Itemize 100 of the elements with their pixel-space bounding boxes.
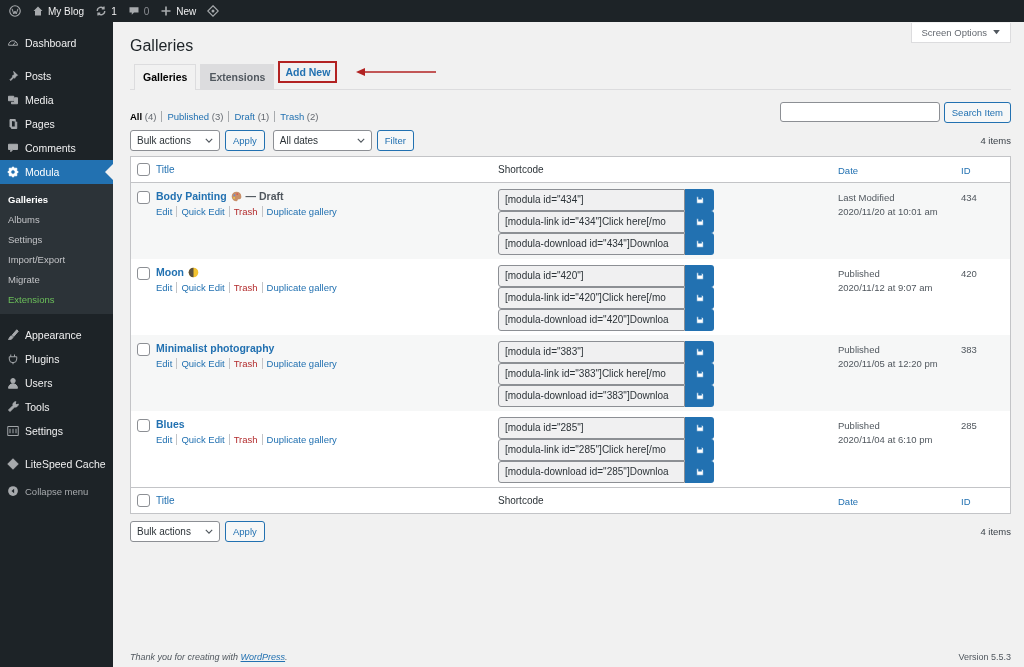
comments-link[interactable]: 0 xyxy=(127,5,150,17)
shortcode-field[interactable]: [modula id="285"] xyxy=(498,417,685,439)
row-action-link[interactable]: Duplicate gallery xyxy=(261,282,337,293)
search-field[interactable] xyxy=(779,102,940,122)
gallery-title-link[interactable]: Minimalist photography xyxy=(156,342,275,354)
submenu-item[interactable]: Migrate xyxy=(0,270,113,290)
page-title: Galleries xyxy=(130,37,194,55)
copy-button[interactable] xyxy=(685,309,714,331)
row-checkbox[interactable] xyxy=(137,343,150,356)
sliders-icon xyxy=(7,425,19,437)
select-all-checkbox[interactable] xyxy=(137,494,150,507)
save-icon xyxy=(695,424,704,432)
site-name-link[interactable]: My Blog xyxy=(32,5,85,17)
gallery-title-link[interactable]: Blues xyxy=(156,418,185,430)
row-action-link[interactable]: Quick Edit xyxy=(176,206,225,217)
sidebar-menu-item[interactable]: Dashboard xyxy=(0,31,113,55)
row-action-link[interactable]: Edit xyxy=(156,206,173,217)
search-button[interactable]: Search Item xyxy=(943,102,1011,123)
copy-button[interactable] xyxy=(685,233,714,255)
nav-tab[interactable]: Galleries xyxy=(134,64,197,90)
nav-tab[interactable]: Extensions xyxy=(200,64,275,89)
sortable-column-header[interactable]: ID xyxy=(961,164,971,176)
half-moon-icon xyxy=(188,266,199,278)
row-checkbox[interactable] xyxy=(137,267,150,280)
row-checkbox[interactable] xyxy=(137,419,150,432)
sortable-column-header[interactable]: Date xyxy=(838,164,859,176)
copy-button[interactable] xyxy=(685,461,714,483)
copy-button[interactable] xyxy=(685,341,714,363)
row-action-link[interactable]: Quick Edit xyxy=(176,434,225,445)
shortcode-field[interactable]: [modula-link id="285"]Click here[/mo xyxy=(498,439,685,461)
trash-link[interactable]: Trash xyxy=(228,282,258,293)
sidebar-menu-item[interactable]: Pages xyxy=(0,112,113,136)
sidebar-menu-item[interactable]: Tools xyxy=(0,395,113,419)
shortcode-field[interactable]: [modula-download id="434"]Downloa xyxy=(498,233,685,255)
sidebar-menu-item[interactable]: Users xyxy=(0,371,113,395)
shortcode-field[interactable]: [modula-download id="420"]Downloa xyxy=(498,309,685,331)
row-action-link[interactable]: Duplicate gallery xyxy=(261,434,337,445)
copy-button[interactable] xyxy=(685,417,714,439)
diamond-icon[interactable] xyxy=(207,5,220,17)
shortcode-field[interactable]: [modula id="383"] xyxy=(498,341,685,363)
submenu-item[interactable]: Galleries xyxy=(0,190,113,210)
row-action-link[interactable]: Edit xyxy=(156,282,173,293)
wordpress-logo-icon[interactable] xyxy=(9,5,21,17)
apply-button[interactable]: Apply xyxy=(225,520,265,542)
sidebar-menu-item[interactable]: Plugins xyxy=(0,347,113,371)
shortcode-field[interactable]: [modula-link id="383"]Click here[/mo xyxy=(498,363,685,385)
sortable-column-header[interactable]: Date xyxy=(838,495,859,507)
trash-link[interactable]: Trash xyxy=(228,358,258,369)
select-all-checkbox[interactable] xyxy=(137,163,150,176)
status-filter-link[interactable]: Trash (2) xyxy=(274,111,319,122)
submenu-item[interactable]: Albums xyxy=(0,210,113,230)
sortable-column-header[interactable]: Title xyxy=(156,164,175,175)
bulk-actions-select[interactable]: Bulk actions xyxy=(130,520,220,542)
shortcode-field[interactable]: [modula id="420"] xyxy=(498,265,685,287)
shortcode-field[interactable]: [modula-link id="420"]Click here[/mo xyxy=(498,287,685,309)
status-filter-link[interactable]: All (4) xyxy=(130,111,157,122)
row-action-link[interactable]: Quick Edit xyxy=(176,358,225,369)
shortcode-field[interactable]: [modula id="434"] xyxy=(498,189,685,211)
column-header: Shortcode xyxy=(498,164,544,175)
sidebar-menu-item[interactable]: LiteSpeed Cache xyxy=(0,452,113,476)
sidebar-menu-item[interactable]: Media xyxy=(0,88,113,112)
gallery-title-link[interactable]: Moon xyxy=(156,266,184,278)
updates-link[interactable]: 1 xyxy=(95,5,117,17)
row-action-link[interactable]: Edit xyxy=(156,434,173,445)
shortcode-field[interactable]: [modula-download id="285"]Downloa xyxy=(498,461,685,483)
sidebar-menu-item[interactable]: Appearance xyxy=(0,323,113,347)
row-action-link[interactable]: Quick Edit xyxy=(176,282,225,293)
status-filter-link[interactable]: Draft (1) xyxy=(228,111,270,122)
sidebar-menu-item[interactable]: Settings xyxy=(0,419,113,443)
submenu-item[interactable]: Settings xyxy=(0,230,113,250)
sidebar-menu-item[interactable]: Comments xyxy=(0,136,113,160)
trash-link[interactable]: Trash xyxy=(228,434,258,445)
shortcode-field[interactable]: [modula-link id="434"]Click here[/mo xyxy=(498,211,685,233)
copy-button[interactable] xyxy=(685,189,714,211)
row-checkbox[interactable] xyxy=(137,191,150,204)
new-content-link[interactable]: New xyxy=(160,5,197,17)
gallery-title-link[interactable]: Body Painting xyxy=(156,190,227,202)
media-icon xyxy=(7,94,19,106)
collapse-menu-button[interactable]: Collapse menu xyxy=(0,479,113,503)
sortable-column-header[interactable]: ID xyxy=(961,495,971,507)
sidebar-menu-item[interactable]: Posts xyxy=(0,64,113,88)
copy-button[interactable] xyxy=(685,385,714,407)
copy-button[interactable] xyxy=(685,265,714,287)
sidebar-menu-item[interactable]: Modula xyxy=(0,160,113,184)
trash-link[interactable]: Trash xyxy=(228,206,258,217)
shortcode-field[interactable]: [modula-download id="383"]Downloa xyxy=(498,385,685,407)
screen-options-button[interactable]: Screen Options xyxy=(910,23,1011,43)
status-filter-link[interactable]: Published (3) xyxy=(161,111,224,122)
sortable-column-header[interactable]: Title xyxy=(156,495,175,506)
row-action-link[interactable]: Duplicate gallery xyxy=(261,206,337,217)
submenu-item[interactable]: Extensions xyxy=(0,290,113,310)
bulk-actions-select[interactable]: Bulk actions xyxy=(130,129,220,151)
date-status: Published xyxy=(838,267,881,281)
row-action-link[interactable]: Duplicate gallery xyxy=(261,358,337,369)
dates-select[interactable]: All dates xyxy=(272,129,372,151)
apply-button[interactable]: Apply xyxy=(225,129,265,151)
filter-button[interactable]: Filter xyxy=(376,129,414,151)
row-action-link[interactable]: Edit xyxy=(156,358,173,369)
submenu-item[interactable]: Import/Export xyxy=(0,250,113,270)
nav-tab[interactable]: Add New xyxy=(278,61,338,83)
